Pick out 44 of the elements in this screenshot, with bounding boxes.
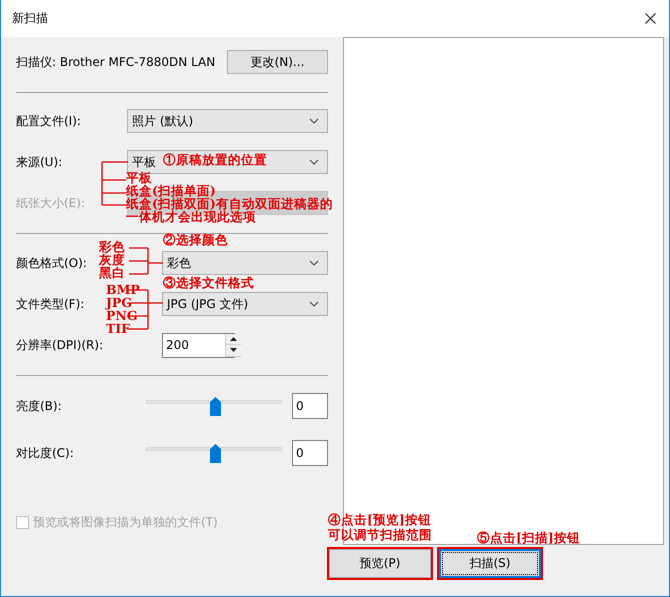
field-label: 对比度(C): xyxy=(16,444,74,462)
action-button[interactable]: 预览(P) xyxy=(329,549,431,578)
chevron-down-icon xyxy=(309,260,319,266)
checkbox-label: 预览或将图像扫描为单独的文件(T) xyxy=(33,514,218,531)
annotation-text: JPG xyxy=(106,296,132,310)
dropdown[interactable]: JPG (JPG 文件) xyxy=(162,292,328,316)
value-field[interactable]: 0 xyxy=(292,393,328,419)
value-field[interactable]: 0 xyxy=(292,440,328,466)
close-icon xyxy=(644,13,656,24)
chevron-down-icon xyxy=(309,159,319,165)
dropdown[interactable]: 彩色 xyxy=(162,251,328,275)
change-button[interactable]: 更改(N)... xyxy=(227,50,328,74)
annotation-text: 纸盒(扫描单面) xyxy=(126,184,216,198)
window-title: 新扫描 xyxy=(12,10,48,27)
annotation-text: TIF xyxy=(106,322,130,336)
annotation-text: 灰度 xyxy=(99,253,125,267)
annotation-text: ①原稿放置的位置 xyxy=(163,153,267,167)
scanner-label: 扫描仪: Brother MFC-7880DN LAN xyxy=(16,54,216,70)
slider-thumb[interactable] xyxy=(210,444,220,463)
annotation-text: 平板 xyxy=(126,171,152,185)
chevron-down-icon xyxy=(309,118,319,124)
chevron-down-icon xyxy=(309,301,319,307)
annotation-text: 纸盒(扫描双面)有自动双面进稿器的 xyxy=(126,197,333,211)
annotation-text: ④点击[预览]按钮 xyxy=(328,513,431,527)
annotation-text: BMP xyxy=(106,283,140,297)
field-label: 分辨率(DPI)(R): xyxy=(16,336,104,354)
annotation-text: ②选择颜色 xyxy=(163,233,228,247)
leader-line xyxy=(128,247,164,275)
field-label: 颜色格式(O): xyxy=(16,254,87,272)
annotation-text: 彩色 xyxy=(99,240,125,254)
field-label: 配置文件(I): xyxy=(16,112,81,130)
field-label: 来源(U): xyxy=(16,154,62,170)
dropdown[interactable]: 照片 (默认) xyxy=(127,109,328,133)
field-label: 文件类型(F): xyxy=(16,296,84,312)
annotation-text: PNG xyxy=(106,309,138,323)
annotation-text: ③选择文件格式 xyxy=(163,276,254,290)
field-label: 亮度(B): xyxy=(16,398,62,414)
field-label: 纸张大小(E): xyxy=(16,194,85,212)
annotation-text: 一体机才会出现此选项 xyxy=(126,210,256,224)
annotation-text: 可以调节扫描范围 xyxy=(328,528,432,542)
annotation-text: 黑白 xyxy=(99,266,125,280)
annotation-text: ⑤点击[扫描]按钮 xyxy=(477,531,580,545)
slider-thumb[interactable] xyxy=(210,397,220,416)
action-button[interactable]: 扫描(S) xyxy=(439,549,541,578)
